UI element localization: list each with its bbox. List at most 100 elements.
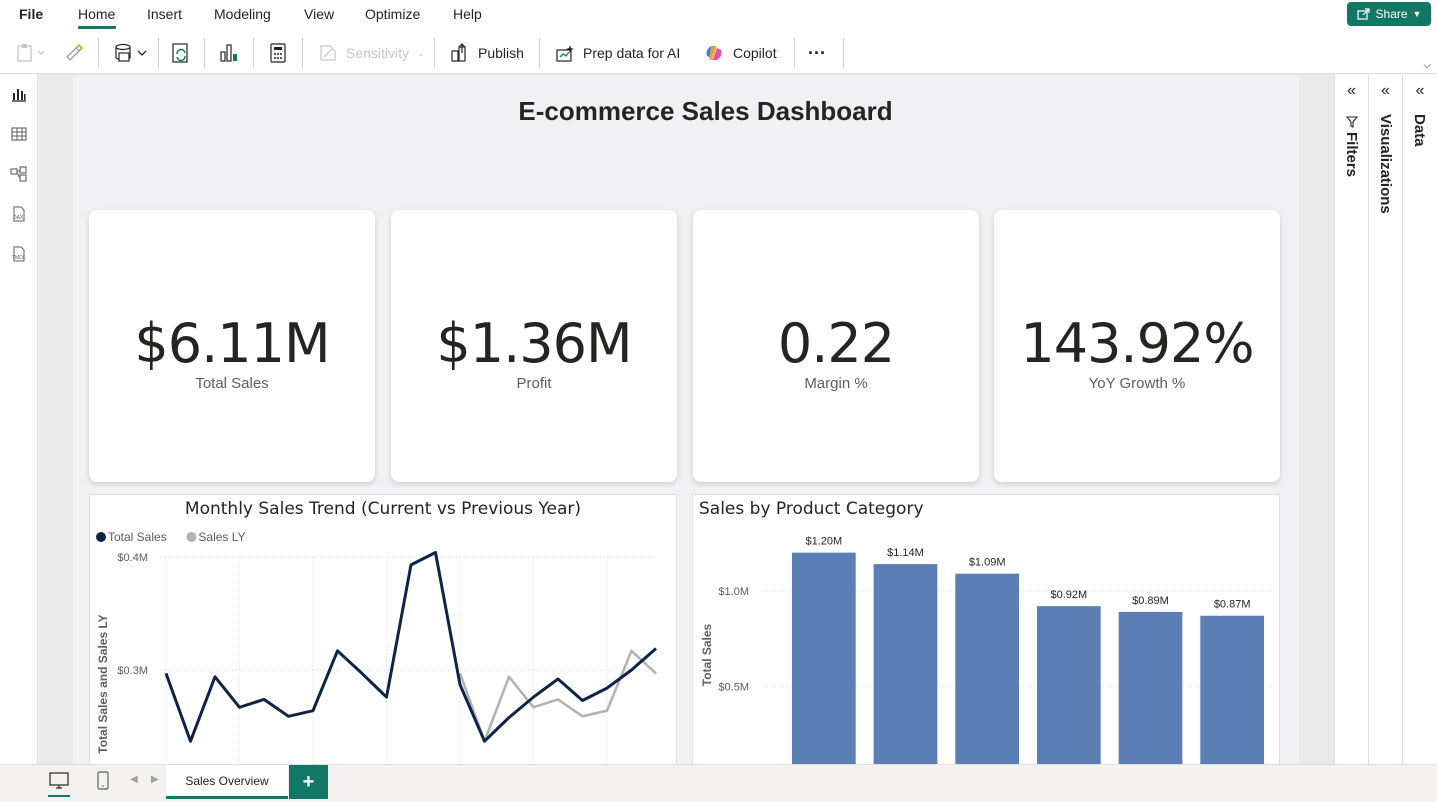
report-view-icon[interactable]	[9, 84, 29, 104]
paste-button[interactable]	[16, 39, 46, 67]
dashboard-title: E-commerce Sales Dashboard	[518, 96, 893, 126]
format-painter-button[interactable]	[64, 39, 84, 67]
get-data-button[interactable]	[113, 39, 149, 67]
report-canvas-area: E-commerce Sales Dashboard $6.11M Total …	[39, 74, 1335, 802]
page-tab-label: Sales Overview	[185, 773, 269, 788]
data-pane[interactable]: « Data	[1402, 74, 1437, 764]
legend-label: Total Sales	[108, 530, 167, 544]
tmdl-view-icon[interactable]: TMDL	[9, 244, 29, 264]
menu-modeling[interactable]: Modeling	[214, 6, 271, 22]
refresh-button[interactable]	[170, 39, 192, 67]
series-line	[164, 551, 657, 743]
publish-button[interactable]: Publish	[450, 39, 524, 67]
data-label: $0.89M	[1132, 595, 1169, 607]
calculator-icon	[270, 43, 286, 63]
plus-icon: +	[302, 770, 315, 793]
copilot-label: Copilot	[733, 45, 777, 61]
kpi-card-margin[interactable]: 0.22 Margin %	[693, 210, 979, 482]
menu-view[interactable]: View	[304, 6, 334, 22]
kpi-card-profit[interactable]: $1.36M Profit	[391, 210, 677, 482]
prep-data-button[interactable]: Prep data for AI	[555, 39, 680, 67]
collapse-ribbon-icon[interactable]: ⌵	[1423, 60, 1431, 71]
menu-home[interactable]: Home	[78, 6, 115, 22]
filters-pane[interactable]: « Filters	[1334, 74, 1368, 764]
sensitivity-icon	[320, 45, 336, 61]
monitor-icon	[49, 772, 69, 789]
visualizations-pane[interactable]: « Visualizations	[1368, 74, 1402, 764]
data-label: $0.87M	[1214, 599, 1251, 611]
data-label: $1.09M	[969, 557, 1006, 569]
table-view-icon[interactable]	[9, 124, 29, 144]
menu-insert[interactable]: Insert	[147, 6, 182, 22]
chart-legend: Total Sales Sales LY	[96, 530, 246, 544]
legend-label: Sales LY	[198, 530, 245, 544]
menu-help[interactable]: Help	[453, 6, 482, 22]
page-tab-sales-overview[interactable]: Sales Overview	[166, 765, 288, 799]
page-tabs-bar: ◀ ▶ Sales Overview +	[0, 764, 1437, 802]
y-tick-label: $0.3M	[117, 665, 148, 677]
power-bi-window: File Home Insert Modeling View Optimize …	[0, 0, 1437, 802]
ribbon-separator	[158, 38, 159, 68]
prev-page-icon[interactable]: ◀	[130, 774, 138, 785]
copilot-button[interactable]: Copilot	[703, 39, 777, 67]
bar-chart-svg: $0.0M$0.5M$1.0M$1.20MHome$1.14MApparel$1…	[700, 536, 1273, 800]
copilot-icon	[706, 46, 722, 60]
format-painter-icon	[66, 44, 83, 61]
data-label: $1.20M	[805, 536, 842, 548]
kpi-label: YoY Growth %	[1088, 375, 1186, 392]
filters-label: Filters	[1343, 132, 1360, 178]
view-rail: DAX TMDL	[0, 74, 38, 764]
kpi-value: 143.92%	[1020, 312, 1254, 375]
share-label: Share	[1375, 7, 1408, 21]
visualizations-label: Visualizations	[1377, 114, 1394, 214]
kpi-label: Margin %	[804, 375, 868, 392]
bar	[1118, 611, 1183, 782]
dax-query-view-icon[interactable]: DAX	[9, 204, 29, 224]
svg-text:TMDL: TMDL	[12, 255, 26, 261]
legend-marker	[96, 532, 106, 542]
data-label: Data	[1411, 114, 1428, 147]
kpi-card-yoy-growth[interactable]: 143.92% YoY Growth %	[994, 210, 1280, 482]
ribbon-separator	[794, 38, 795, 68]
more-options-button[interactable]: ···	[808, 39, 826, 67]
filter-icon	[1346, 116, 1358, 128]
expand-data-icon[interactable]: «	[1403, 82, 1437, 100]
prep-data-label: Prep data for AI	[583, 45, 681, 61]
expand-visualizations-icon[interactable]: «	[1369, 82, 1402, 100]
new-visual-button[interactable]	[218, 39, 240, 67]
bar	[1036, 606, 1101, 782]
menu-optimize[interactable]: Optimize	[365, 6, 420, 22]
share-icon	[1356, 8, 1370, 20]
ribbon-separator	[843, 38, 844, 68]
desktop-layout-button[interactable]	[48, 771, 70, 797]
ribbon-separator	[253, 38, 254, 68]
kpi-value: $6.11M	[134, 312, 330, 375]
chevron-down-icon: ▼	[1412, 9, 1422, 19]
model-view-icon[interactable]	[9, 164, 29, 184]
menu-file[interactable]: File	[19, 6, 43, 22]
prep-data-icon	[556, 45, 574, 62]
sensitivity-button[interactable]: Sensitivity ⌄	[318, 39, 425, 67]
line-chart-visual[interactable]: Monthly Sales Trend (Current vs Previous…	[89, 494, 677, 802]
data-label: $1.14M	[887, 547, 924, 559]
publish-icon	[451, 43, 466, 62]
sensitivity-label: Sensitivity	[346, 45, 410, 61]
mobile-layout-button[interactable]	[96, 771, 110, 796]
database-icon	[115, 43, 147, 62]
next-page-icon[interactable]: ▶	[151, 774, 159, 785]
bar-chart-visual[interactable]: Sales by Product Category $0.0M$0.5M$1.0…	[692, 494, 1280, 802]
expand-filters-icon[interactable]: «	[1335, 82, 1368, 100]
add-page-button[interactable]: +	[289, 765, 328, 799]
svg-text:DAX: DAX	[13, 215, 24, 221]
new-measure-button[interactable]	[268, 39, 288, 67]
y-axis-label: Total Sales and Sales LY	[96, 614, 110, 753]
kpi-card-total-sales[interactable]: $6.11M Total Sales	[89, 210, 375, 482]
data-label: $0.92M	[1050, 589, 1087, 601]
kpi-value: 0.22	[777, 312, 895, 375]
ribbon-separator	[204, 38, 205, 68]
bar	[873, 564, 938, 782]
y-axis-label: Total Sales	[700, 623, 714, 686]
share-button[interactable]: Share ▼	[1347, 2, 1431, 26]
ribbon: Sensitivity ⌄ Publish Prep data for AI C…	[0, 32, 1437, 74]
bar-chart-icon	[220, 44, 237, 62]
